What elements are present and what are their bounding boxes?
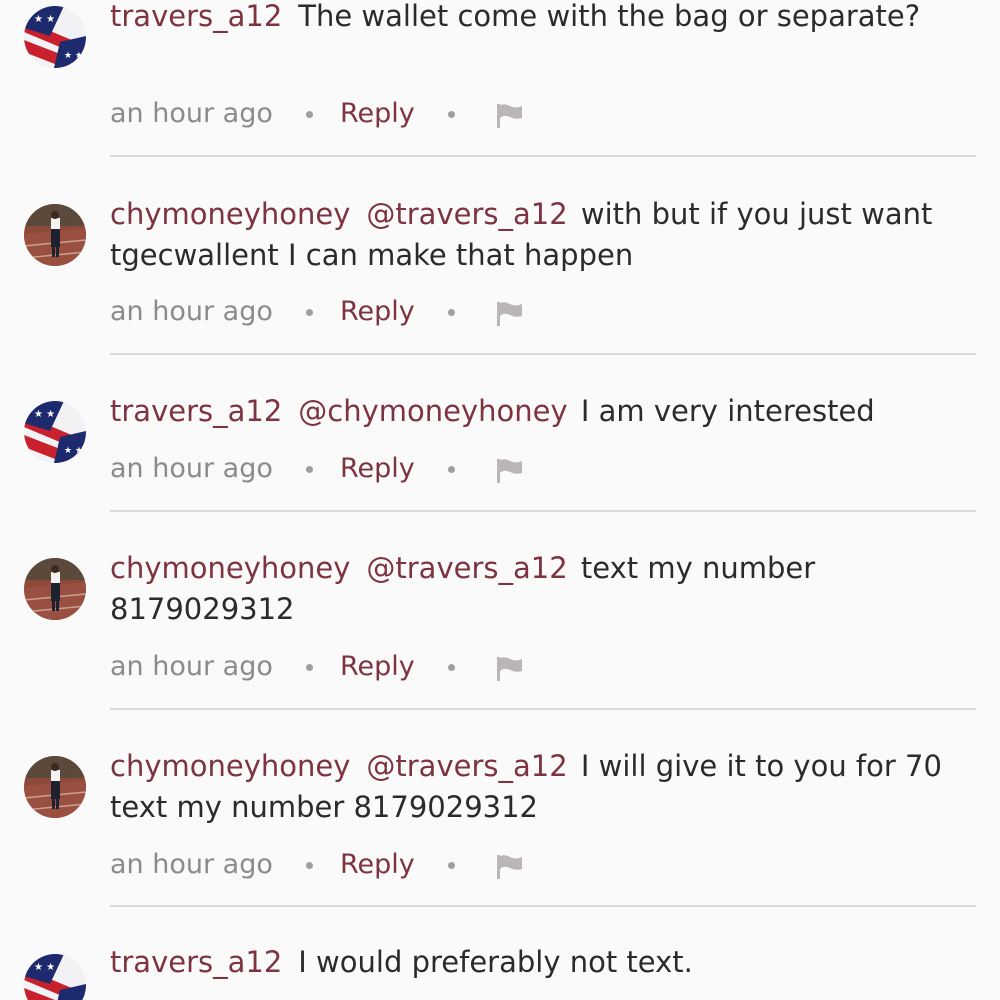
- separator-dot: [306, 466, 313, 473]
- username-link[interactable]: travers_a12: [110, 394, 282, 428]
- flag-avatar-icon: ★ ★ ★ ★: [24, 954, 86, 1000]
- separator-dot: [448, 466, 455, 473]
- divider: [110, 708, 976, 710]
- flag-icon[interactable]: [494, 849, 526, 881]
- timestamp: an hour ago: [110, 849, 273, 880]
- avatar[interactable]: [24, 204, 86, 266]
- photo-avatar-icon: [24, 204, 86, 266]
- reply-button[interactable]: Reply: [340, 449, 415, 489]
- flag-avatar-icon: ★ ★ ★ ★: [24, 6, 86, 68]
- reply-button[interactable]: Reply: [340, 845, 415, 885]
- comment-body: travers_a12 @chymoneyhoney I am very inte…: [110, 391, 970, 432]
- comment-body: chymoneyhoney @travers_a12 with but if yo…: [110, 194, 970, 276]
- comment-text: I am very interested: [580, 394, 875, 428]
- avatar[interactable]: ★ ★ ★ ★: [24, 954, 86, 1000]
- photo-avatar-icon: [24, 756, 86, 818]
- mention-link[interactable]: @travers_a12: [366, 551, 567, 585]
- timestamp: an hour ago: [110, 651, 273, 682]
- flag-icon[interactable]: [494, 98, 526, 130]
- separator-dot: [448, 309, 455, 316]
- flag-icon[interactable]: [494, 453, 526, 485]
- username-link[interactable]: chymoneyhoney: [110, 197, 350, 231]
- timestamp: an hour ago: [110, 98, 273, 129]
- avatar[interactable]: ★ ★ ★ ★: [24, 401, 86, 463]
- separator-dot: [448, 862, 455, 869]
- reply-button[interactable]: Reply: [340, 94, 415, 134]
- svg-text:★ ★: ★ ★: [34, 14, 55, 25]
- username-link[interactable]: chymoneyhoney: [110, 551, 350, 585]
- comment-feed: ★ ★ ★ ★ travers_a12 The wallet come with …: [0, 0, 1000, 1000]
- avatar[interactable]: ★ ★ ★ ★: [24, 6, 86, 68]
- separator-dot: [306, 664, 313, 671]
- separator-dot: [306, 862, 313, 869]
- svg-text:★ ★: ★ ★: [64, 51, 83, 61]
- comment-text: I would preferably not text.: [298, 945, 693, 979]
- username-link[interactable]: travers_a12: [110, 0, 282, 33]
- timestamp: an hour ago: [110, 453, 273, 484]
- separator-dot: [306, 111, 313, 118]
- avatar[interactable]: [24, 756, 86, 818]
- divider: [110, 510, 976, 512]
- separator-dot: [306, 309, 313, 316]
- avatar[interactable]: [24, 558, 86, 620]
- timestamp: an hour ago: [110, 296, 273, 327]
- comment-body: chymoneyhoney @travers_a12 I will give it…: [110, 746, 970, 828]
- svg-text:★ ★: ★ ★: [34, 409, 55, 420]
- mention-link[interactable]: @travers_a12: [366, 749, 567, 783]
- divider: [110, 155, 976, 157]
- separator-dot: [448, 111, 455, 118]
- comment-text: The wallet come with the bag or separate…: [298, 0, 921, 33]
- svg-text:★ ★: ★ ★: [64, 446, 83, 456]
- mention-link[interactable]: @chymoneyhoney: [298, 394, 567, 428]
- flag-icon[interactable]: [494, 296, 526, 328]
- flag-icon[interactable]: [494, 651, 526, 683]
- reply-button[interactable]: Reply: [340, 292, 415, 332]
- divider: [110, 353, 976, 355]
- divider: [110, 905, 976, 907]
- photo-avatar-icon: [24, 558, 86, 620]
- svg-text:★ ★: ★ ★: [34, 962, 55, 973]
- username-link[interactable]: travers_a12: [110, 945, 282, 979]
- comment-body: travers_a12 The wallet come with the bag …: [110, 0, 970, 37]
- separator-dot: [448, 664, 455, 671]
- mention-link[interactable]: @travers_a12: [366, 197, 567, 231]
- comment-body: chymoneyhoney @travers_a12 text my number…: [110, 548, 970, 630]
- flag-avatar-icon: ★ ★ ★ ★: [24, 401, 86, 463]
- reply-button[interactable]: Reply: [340, 647, 415, 687]
- username-link[interactable]: chymoneyhoney: [110, 749, 350, 783]
- comment-body: travers_a12 I would preferably not text.: [110, 942, 970, 983]
